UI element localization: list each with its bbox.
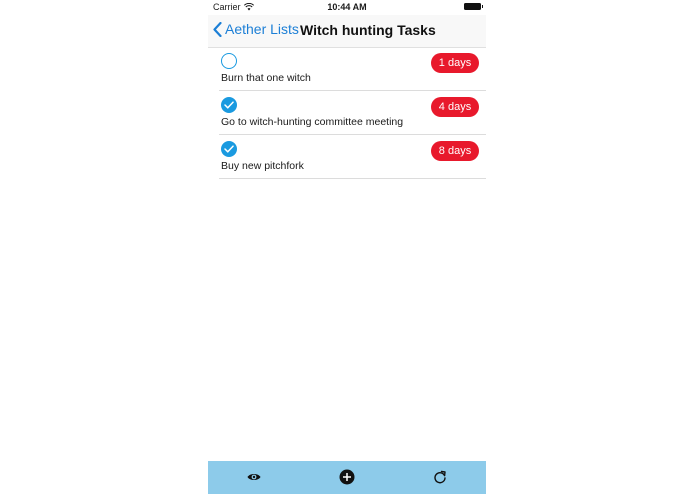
refresh-button[interactable] <box>432 469 448 485</box>
task-list: Burn that one witch 1 days Go to witch-h… <box>219 47 486 179</box>
task-title: Burn that one witch <box>221 72 311 84</box>
chevron-left-icon <box>213 21 222 37</box>
task-row[interactable]: Go to witch-hunting committee meeting 4 … <box>219 91 486 135</box>
due-badge: 4 days <box>431 97 479 117</box>
app-screen: Carrier 10:44 AM Aether Lists Witch hunt… <box>208 0 486 494</box>
eye-icon <box>247 474 261 480</box>
task-row[interactable]: Buy new pitchfork 8 days <box>219 135 486 179</box>
task-title: Buy new pitchfork <box>221 160 304 172</box>
battery-icon <box>464 3 483 10</box>
checkmark-icon <box>224 101 234 109</box>
refresh-icon <box>434 470 446 484</box>
add-circle-icon <box>339 469 355 485</box>
page-title: Witch hunting Tasks <box>300 22 436 38</box>
task-title: Go to witch-hunting committee meeting <box>221 116 404 128</box>
toggle-visibility-button[interactable] <box>246 469 262 485</box>
due-badge: 1 days <box>431 53 479 73</box>
add-task-button[interactable] <box>339 469 355 485</box>
checkbox-unchecked[interactable] <box>221 53 237 69</box>
checkbox-checked[interactable] <box>221 141 237 157</box>
navigation-bar: Aether Lists Witch hunting Tasks <box>208 15 486 48</box>
due-badge: 8 days <box>431 141 479 161</box>
back-label: Aether Lists <box>225 21 299 37</box>
bottom-toolbar <box>208 461 486 494</box>
checkbox-checked[interactable] <box>221 97 237 113</box>
task-row[interactable]: Burn that one witch 1 days <box>219 47 486 91</box>
clock: 10:44 AM <box>327 2 367 12</box>
status-bar: Carrier 10:44 AM <box>208 0 486 15</box>
checkmark-icon <box>224 145 234 153</box>
back-button[interactable]: Aether Lists <box>213 21 299 37</box>
